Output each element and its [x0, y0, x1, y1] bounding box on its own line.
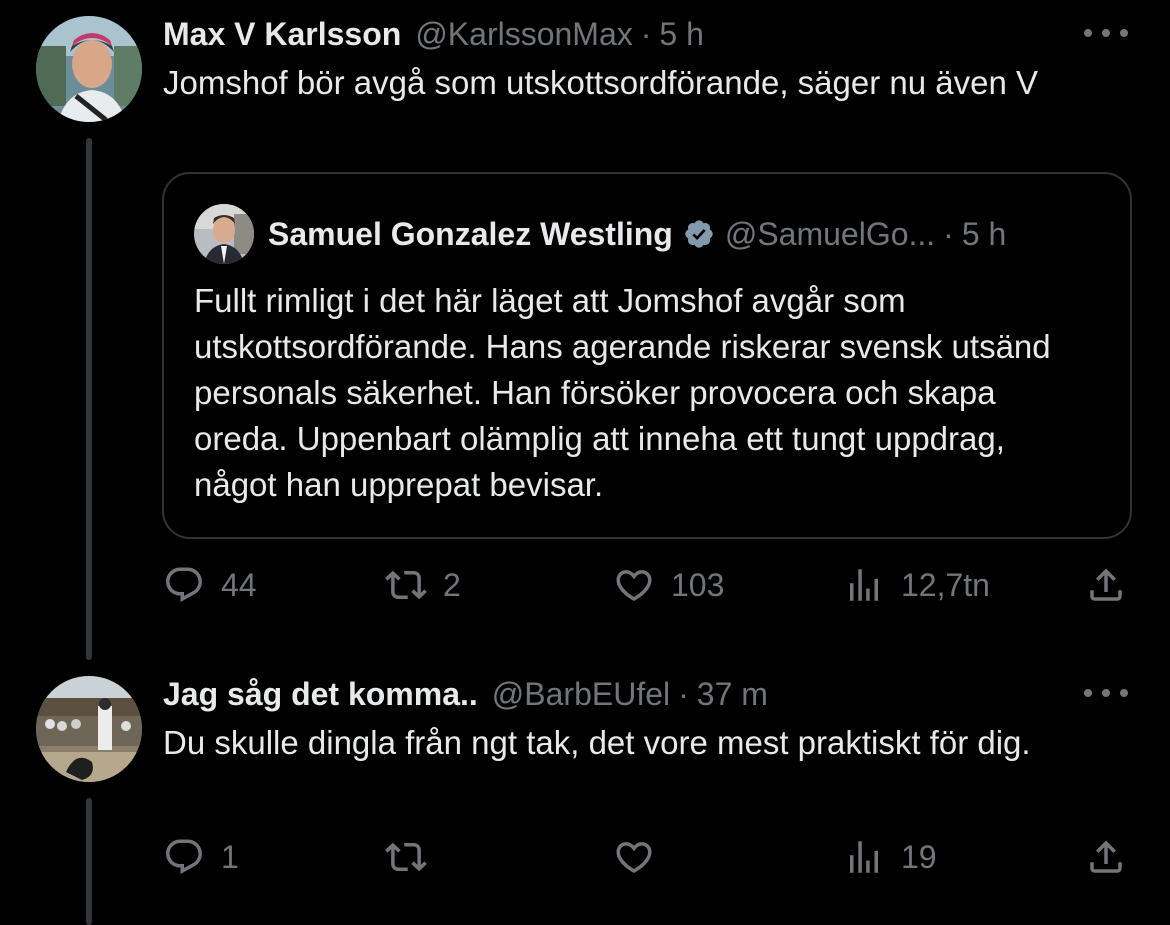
tweet[interactable]: Max V Karlsson @KarlssonMax · 5 h Jomsho… — [0, 0, 1170, 660]
author-handle[interactable]: @BarbEUfel — [492, 676, 670, 713]
reply-button[interactable]: 44 — [163, 560, 257, 610]
share-icon — [1090, 840, 1122, 873]
heart-icon — [616, 570, 652, 602]
tweet-actions: 44 2 103 12,7tn — [163, 560, 1133, 610]
views-button[interactable]: 12,7tn — [843, 560, 990, 610]
like-button[interactable]: 103 — [613, 560, 724, 610]
reply-icon — [166, 567, 202, 602]
tweet[interactable]: Jag såg det komma.. @BarbEUfel · 37 m Du… — [0, 660, 1170, 925]
quoted-author-name[interactable]: Samuel Gonzalez Westling — [268, 216, 673, 253]
quoted-header: Samuel Gonzalez Westling @SamuelGo... · … — [268, 212, 1006, 256]
share-button[interactable] — [1085, 560, 1127, 610]
more-horizontal-icon[interactable] — [1084, 26, 1128, 40]
avatar[interactable] — [36, 676, 142, 782]
share-icon — [1090, 568, 1122, 601]
quoted-avatar[interactable] — [194, 204, 254, 264]
thread-line — [86, 798, 92, 925]
tweet-text: Jomshof bör avgå som utskottsordförande,… — [163, 64, 1038, 101]
share-button[interactable] — [1085, 832, 1127, 882]
separator-dot: · — [678, 675, 689, 712]
tweet-actions: 1 19 — [163, 832, 1133, 882]
author-name[interactable]: Max V Karlsson — [163, 16, 401, 53]
avatar[interactable] — [36, 16, 142, 122]
like-count: 103 — [671, 566, 725, 603]
separator-dot: · — [640, 15, 652, 52]
tweet-text: Du skulle dingla från ngt tak, det vore … — [163, 724, 1031, 761]
author-handle[interactable]: @KarlssonMax — [415, 16, 632, 53]
more-horizontal-icon[interactable] — [1084, 686, 1128, 700]
separator-dot: · — [943, 215, 954, 252]
quoted-tweet[interactable]: Samuel Gonzalez Westling @SamuelGo... · … — [162, 172, 1132, 539]
quoted-author-handle[interactable]: @SamuelGo... — [725, 216, 935, 253]
author-name[interactable]: Jag såg det komma.. — [163, 676, 478, 713]
thread-line — [86, 138, 92, 660]
quoted-tweet-text: Fullt rimligt i det här läget att Jomsho… — [194, 282, 1051, 503]
reply-count: 1 — [221, 838, 239, 875]
like-button[interactable] — [613, 832, 671, 882]
retweet-count: 2 — [443, 566, 461, 603]
timestamp[interactable]: 5 h — [659, 16, 703, 53]
quoted-timestamp[interactable]: 5 h — [962, 216, 1006, 253]
views-count: 12,7tn — [901, 566, 990, 603]
retweet-button[interactable] — [385, 832, 443, 882]
views-count: 19 — [901, 838, 937, 875]
heart-icon — [616, 842, 652, 874]
retweet-button[interactable]: 2 — [385, 560, 461, 610]
views-button[interactable]: 19 — [843, 832, 937, 882]
reply-button[interactable]: 1 — [163, 832, 239, 882]
retweet-icon — [385, 842, 427, 872]
reply-count: 44 — [221, 566, 257, 603]
tweet-header: Max V Karlsson @KarlssonMax · 5 h — [163, 14, 704, 54]
timestamp[interactable]: 37 m — [697, 676, 768, 713]
retweet-icon — [385, 570, 427, 600]
views-icon — [850, 841, 878, 873]
views-icon — [850, 569, 878, 601]
reply-icon — [166, 839, 202, 874]
verified-badge-icon — [685, 220, 713, 248]
tweet-header: Jag såg det komma.. @BarbEUfel · 37 m — [163, 674, 768, 714]
